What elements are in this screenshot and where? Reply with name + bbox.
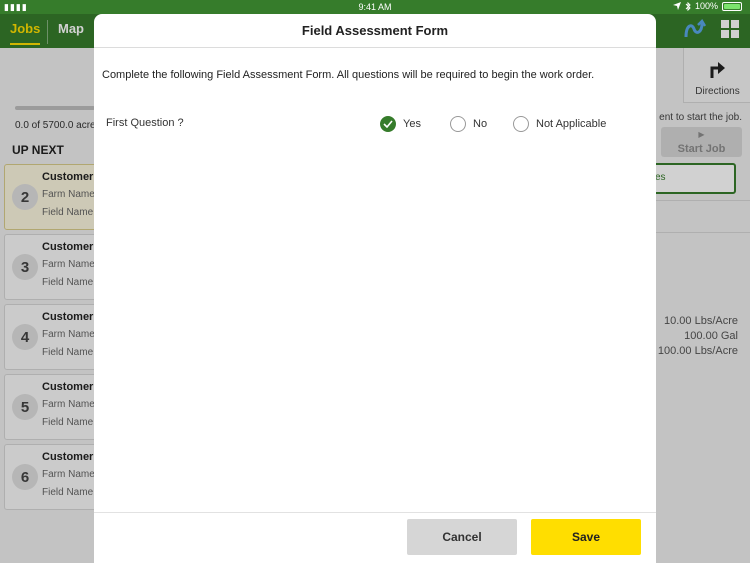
- modal-footer: Cancel Save: [94, 512, 656, 563]
- option-not-applicable[interactable]: Not Applicable: [513, 114, 606, 133]
- question-label: First Question ?: [106, 117, 184, 129]
- battery-percent: 100%: [694, 1, 718, 11]
- status-bar: ▮▮▮▮ 9:41 AM 100%: [0, 0, 750, 14]
- radio-checked-icon[interactable]: [380, 115, 396, 132]
- cancel-button[interactable]: Cancel: [407, 519, 517, 555]
- option-label: Not Applicable: [536, 117, 607, 130]
- modal-title: Field Assessment Form: [301, 23, 449, 38]
- option-label: Yes: [403, 117, 421, 130]
- radio-icon[interactable]: [513, 115, 529, 132]
- status-time: 9:41 AM: [358, 2, 392, 12]
- status-right: 100%: [672, 1, 742, 11]
- location-icon: [672, 2, 681, 10]
- bluetooth-icon: [685, 1, 691, 11]
- option-no[interactable]: No: [450, 114, 487, 133]
- checkmark-icon: [383, 119, 393, 128]
- save-button[interactable]: Save: [531, 519, 641, 555]
- option-yes[interactable]: Yes: [380, 114, 421, 133]
- form-instructions: Complete the following Field Assessment …: [102, 69, 595, 81]
- battery-icon: [722, 1, 742, 11]
- option-label: No: [473, 117, 488, 130]
- radio-icon[interactable]: [450, 115, 466, 132]
- modal-header: Field Assessment Form: [94, 14, 656, 48]
- field-assessment-modal: Field Assessment Form Complete the follo…: [94, 14, 656, 563]
